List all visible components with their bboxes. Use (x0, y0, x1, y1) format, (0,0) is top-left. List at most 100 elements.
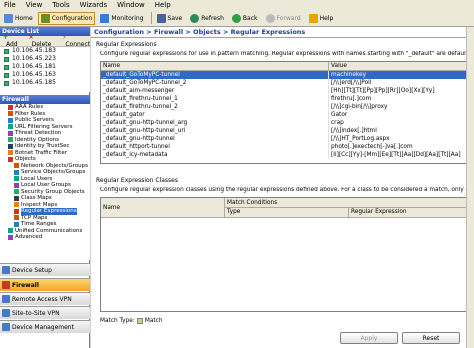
tree-node-icon (8, 150, 13, 156)
tree-node-icon (8, 228, 13, 234)
regex-value-cell: Gator (329, 111, 469, 119)
firewall-tree: AAA Rules Filter Rules Public Servers URL F… (0, 104, 90, 260)
regex-table[interactable]: Name Value _default_GoToMyPC-tunnel machi… (100, 61, 470, 164)
menu-item-tools[interactable]: Tools (52, 1, 69, 9)
regex-value-cell: photo[.]exectech[-]va[.]com (329, 143, 469, 151)
device-list-item[interactable]: 10.106.45.223 (0, 55, 90, 63)
menu-item-window[interactable]: Window (117, 1, 145, 9)
menu-item-wizards[interactable]: Wizards (80, 1, 108, 9)
nav-site-to-site-vpn[interactable]: Site-to-Site VPN (0, 306, 90, 319)
regex-table-header: Name Value (101, 62, 469, 71)
nav-device-management[interactable]: Device Management (0, 320, 90, 333)
device-list-toolbar: + Add ✕ Delete ⚡ Connect (0, 34, 90, 48)
table-row[interactable]: _default_icy-metadata [Ii][Cc][Yy]-[Mm][E… (101, 151, 469, 159)
refresh-icon (190, 13, 200, 23)
nav-remote-access-vpn[interactable]: Remote Access VPN (0, 292, 90, 305)
regex-classes-description: Configure regular expression classes usi… (100, 187, 470, 193)
nav-icon (2, 309, 10, 317)
refresh-button[interactable]: Refresh (187, 12, 227, 25)
home-icon (4, 13, 13, 23)
toolbar-separator (150, 12, 152, 24)
regex-value-cell: crap (329, 119, 469, 127)
tree-node-icon (8, 137, 13, 143)
back-arrow-icon (231, 13, 241, 23)
main-toolbar: Home Configuration Monitoring Save Refre… (0, 10, 474, 27)
regex-value-cell: machinekey (329, 71, 469, 79)
table-row[interactable]: _default_firethru-tunnel_2 [/\\]cgi-bin[/… (101, 103, 469, 111)
device-list-item[interactable]: 10.106.45.183 (0, 47, 90, 55)
tree-node-icon (8, 130, 13, 136)
device-list-item[interactable]: 10.106.45.181 (0, 63, 90, 71)
help-icon (308, 13, 318, 23)
monitoring-button[interactable]: Monitoring (97, 12, 146, 25)
back-button[interactable]: Back (229, 12, 261, 25)
home-button[interactable]: Home (1, 12, 36, 25)
tree-node-icon (14, 221, 19, 227)
help-button[interactable]: Help (306, 12, 337, 25)
menu-bar: File View Tools Wizards Window Help (0, 0, 474, 10)
tree-item-advanced[interactable]: Advanced (0, 234, 90, 241)
apply-button[interactable]: Apply (340, 332, 398, 344)
table-row[interactable]: _default_firethru-tunnel_1 firethru[.]com (101, 95, 469, 103)
configuration-button[interactable]: Configuration (37, 11, 96, 25)
nav-firewall[interactable]: Firewall (0, 278, 90, 291)
device-list-item[interactable]: 10.106.45.163 (0, 71, 90, 79)
regex-value-cell: [/\\]index[.]html (329, 127, 469, 135)
tree-node-icon (14, 208, 19, 214)
column-header-value[interactable]: Value (329, 62, 469, 70)
tree-node-icon (14, 176, 19, 182)
regex-description: Configure regular expressions for use in… (100, 51, 470, 57)
save-button[interactable]: Save (154, 12, 186, 25)
nav-device-setup[interactable]: Device Setup (0, 263, 90, 276)
table-row[interactable]: _default_httport-tunnel photo[.]exectech[… (101, 143, 469, 151)
regex-value-cell: [/\\]HT_PortLog.aspx (329, 135, 469, 143)
device-list-item[interactable]: 10.106.45.185 (0, 79, 90, 87)
table-row[interactable]: _default_GoToMyPC-tunnel machinekey (101, 71, 469, 79)
table-row[interactable]: _default_GoToMyPC-tunnel_2 [/\\]erd[/\\]P… (101, 79, 469, 87)
column-header-class-name[interactable]: Name (101, 198, 225, 217)
add-device-button[interactable]: + Add (3, 34, 22, 48)
column-header-name[interactable]: Name (101, 62, 329, 70)
table-row[interactable]: _default_gnu-http-tunnel_arg crap (101, 119, 469, 127)
tree-node-icon (14, 169, 19, 175)
regex-name-cell: _default_GoToMyPC-tunnel (101, 71, 329, 79)
menu-item-help[interactable]: Help (155, 1, 171, 9)
regex-name-cell: _default_aim-messenger (101, 87, 329, 95)
nav-icon (2, 323, 10, 331)
vertical-scrollbar[interactable] (466, 27, 474, 348)
tree-node-icon (8, 117, 13, 123)
regex-name-cell: _default_icy-metadata (101, 151, 329, 159)
forward-button[interactable]: Forward (263, 12, 304, 25)
tree-node-icon (8, 143, 13, 149)
regex-name-cell: _default_gnu-http-tunnel_arg (101, 119, 329, 127)
delete-device-button[interactable]: ✕ Delete (29, 34, 56, 48)
regex-name-cell: _default_firethru-tunnel_2 (101, 103, 329, 111)
table-row[interactable]: _default_aim-messenger [Hh][Tt][Tt][Pp][P… (101, 87, 469, 95)
table-row[interactable]: _default_gator Gator (101, 111, 469, 119)
tree-node-icon (14, 215, 19, 221)
column-header-type[interactable]: Type (225, 208, 349, 217)
regex-value-cell: firethru[.]com (329, 95, 469, 103)
menu-item-view[interactable]: View (26, 1, 43, 9)
regex-name-cell: _default_gator (101, 111, 329, 119)
tree-node-icon (14, 189, 19, 195)
match-icon (136, 318, 143, 324)
match-type-legend: Match Type: Match (100, 318, 163, 324)
menu-item-file[interactable]: File (4, 1, 16, 9)
table-row[interactable]: _default_gnu-http-tunnel_uri [/\\]index[.… (101, 127, 469, 135)
table-row[interactable]: _default_gnu-http-tunnel [/\\]HT_PortLog.… (101, 135, 469, 143)
device-icon (4, 56, 9, 62)
device-icon (4, 48, 9, 54)
tree-node-icon (14, 195, 19, 201)
nav-icon (2, 266, 10, 274)
reset-button[interactable]: Reset (402, 332, 460, 344)
breadcrumb: Configuration > Firewall > Objects > Reg… (91, 27, 474, 38)
regex-value-cell: [Ii][Cc][Yy]-[Mm][Ee][Tt][Aa][Dd][Aa][Tt… (329, 151, 469, 159)
firewall-panel-header: Firewall (0, 95, 90, 104)
forward-arrow-icon (265, 13, 275, 23)
tree-node-icon (14, 182, 19, 188)
connect-device-button[interactable]: ⚡ Connect (62, 34, 94, 48)
regex-value-cell: [Hh][Tt][Tt][Pp][Pp][Rr][Oo][Xx][Yy] (329, 87, 469, 95)
regex-classes-table[interactable]: Name Match Conditions Type Regular Expre… (100, 197, 470, 312)
column-header-regular-expression[interactable]: Regular Expression (349, 208, 469, 217)
